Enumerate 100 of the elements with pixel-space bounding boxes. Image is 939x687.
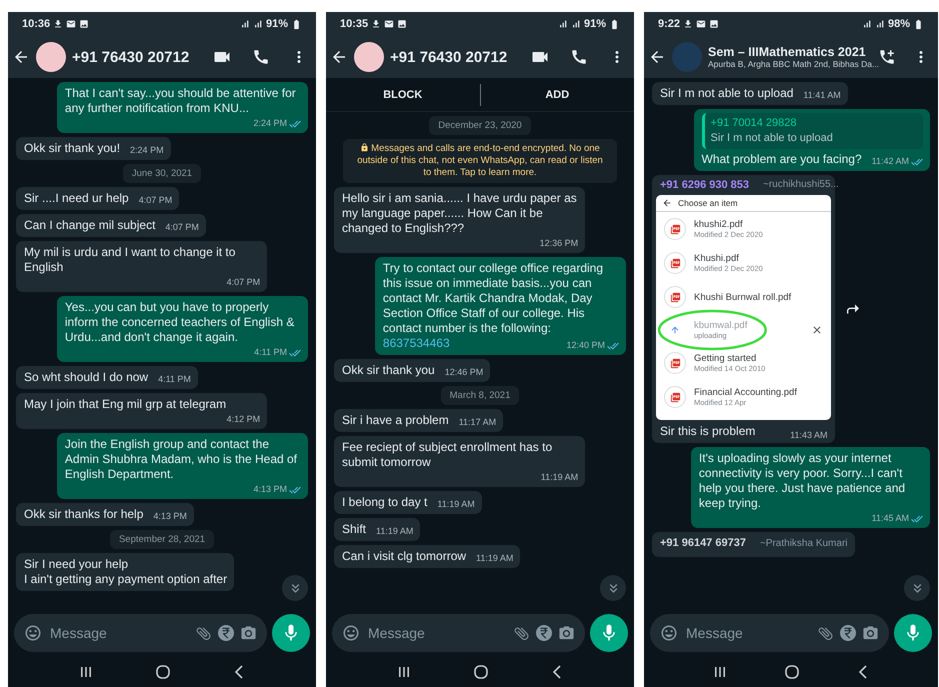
message-time: 4:11 PM — [158, 373, 191, 386]
message-text: Sir this is problem — [660, 424, 756, 438]
emoji-icon[interactable] — [24, 624, 42, 642]
scroll-down-button[interactable] — [600, 575, 626, 601]
chat-title: Sem – IIIMathematics 2021 — [708, 45, 866, 59]
picker-title: Choose an item — [678, 198, 738, 208]
file-name: kbumwal.pdf — [694, 320, 748, 331]
back-icon[interactable] — [858, 665, 868, 679]
message-text: Try to contact our college office regarding this issue on immediate basis...you can contact Mr. Kartik Chandra Modak, Day Section Office Staff of our college. His contact number is the following: — [382, 261, 604, 336]
rupee-icon — [840, 625, 856, 641]
pdf-icon — [664, 252, 686, 274]
recent-apps-icon[interactable] — [398, 666, 410, 678]
home-icon[interactable] — [156, 665, 170, 679]
microphone-button[interactable] — [272, 614, 310, 652]
avatar-placeholder[interactable] — [354, 42, 384, 72]
sender-name: ~ruchikhushi55... — [763, 179, 839, 191]
message-input[interactable]: Message — [48, 624, 189, 642]
message-text: Fee reciept of subject enrollment has to submit tomorrow — [342, 440, 554, 470]
status-time: 10:35 — [340, 18, 368, 30]
microphone-button[interactable] — [894, 614, 932, 652]
home-icon[interactable] — [474, 665, 488, 679]
file-name: Khushi.pdf — [694, 253, 740, 264]
chat-members: Apurba B, Argha BBC Math 2nd, Bibhas Da... — [708, 59, 880, 69]
rupee-icon — [218, 625, 234, 641]
message-text: Okk sir thank you! — [24, 141, 120, 156]
message-input[interactable]: Message — [366, 624, 507, 642]
download-icon — [371, 19, 382, 29]
message-time: 11:19 AM — [476, 552, 514, 565]
message-text: Okk sir thank you — [342, 363, 435, 378]
message-time: 4:07 PM — [138, 194, 172, 207]
message-input[interactable]: Message — [684, 624, 811, 642]
message-text: Sir ....I need ur help — [24, 191, 129, 206]
message-text: Can i visit clg tomorrow — [342, 549, 466, 564]
scroll-down-button[interactable] — [282, 575, 308, 601]
back-icon[interactable] — [552, 665, 562, 679]
battery-percent: 98% — [888, 18, 910, 30]
mail-icon — [66, 19, 76, 29]
message-time: 4:13 PM — [153, 510, 187, 523]
message-text: Can I change mil subject — [24, 218, 156, 233]
message-time: 11:45 AM — [872, 512, 909, 525]
encryption-notice[interactable]: Messages and calls are end-to-end encrypted. No one outside of this chat, not even WhatsApp, can read or listen to them. Tap to learn more. — [342, 139, 618, 183]
message-text: Okk sir thanks for help — [24, 507, 144, 522]
message-time: 11:42 AM — [872, 155, 909, 168]
message-text: My mil is urdu and I want to change it to English — [24, 245, 236, 275]
message-field[interactable]: Message — [14, 614, 267, 652]
add-call-icon[interactable] — [878, 48, 896, 66]
phone-icon[interactable] — [252, 48, 270, 66]
pdf-icon — [664, 352, 686, 374]
message-text: Sir I need your help I ain't getting any payment option after — [24, 557, 228, 587]
signal-icon — [252, 19, 263, 29]
image-icon — [709, 19, 720, 29]
home-icon[interactable] — [784, 665, 799, 679]
message-time: 2:24 PM — [253, 117, 287, 130]
message-field[interactable]: Message — [332, 614, 585, 652]
lock-icon — [360, 143, 370, 152]
message-text: Yes...you can but you have to properly inform the concerned teachers of English & Urdu...and don't change it again. — [64, 300, 296, 345]
pdf-icon — [664, 386, 686, 408]
battery-icon — [609, 18, 620, 30]
message-text: Sir i have a problem — [342, 413, 449, 428]
message-time: 4:12 PM — [226, 413, 260, 426]
emoji-icon[interactable] — [342, 624, 360, 642]
message-time: 12:36 PM — [540, 237, 578, 250]
signal-icon — [862, 19, 872, 29]
image-icon — [79, 19, 90, 29]
phone-link[interactable]: 8637534463 — [382, 336, 450, 351]
message-time: 12:40 PM — [566, 339, 605, 352]
camera-icon — [240, 624, 257, 642]
date-chip: December 23, 2020 — [429, 116, 531, 135]
camera-icon — [558, 624, 575, 642]
message-text: It's uploading slowly as your internet connectivity is very poor. Sorry...I can't help you there. Just have patience and keep trying. — [698, 451, 906, 511]
recent-apps-icon[interactable] — [80, 666, 92, 678]
pdf-icon — [664, 286, 686, 308]
message-text: Shift — [342, 522, 366, 537]
close-icon — [811, 324, 824, 336]
recent-apps-icon[interactable] — [714, 666, 726, 678]
message-text: So wht should I do now — [24, 370, 148, 385]
signal-icon — [570, 19, 581, 29]
scroll-down-button[interactable] — [904, 575, 930, 601]
message-time: 11:43 AM — [790, 430, 828, 440]
block-button[interactable]: BLOCK — [326, 78, 480, 111]
chat-title: +91 76430 20712 — [72, 48, 190, 66]
avatar-placeholder[interactable] — [36, 42, 66, 72]
back-icon[interactable] — [234, 665, 244, 679]
message-text: That I can't say...you should be attentive for any further notification from KNU... — [64, 86, 297, 116]
message-text: Sir I m not able to upload — [660, 86, 794, 101]
message-time: 11:19 AM — [540, 471, 578, 484]
sender-number: +91 96147 69737 — [660, 536, 746, 551]
message-time: 2:24 PM — [130, 144, 164, 157]
sender-number: +91 6296 930 853 — [660, 179, 750, 191]
message-text: Hello sir i am sania...... I have urdu paper as my language paper...... How Can it be changed to English??? — [342, 191, 578, 236]
battery-percent: 91% — [266, 18, 288, 30]
microphone-button[interactable] — [590, 614, 628, 652]
date-chip: March 8, 2021 — [440, 386, 520, 405]
camera-icon — [862, 624, 879, 642]
emoji-icon[interactable] — [660, 624, 678, 642]
battery-icon — [291, 18, 302, 30]
message-field[interactable]: Message — [650, 614, 889, 652]
phone-icon[interactable] — [570, 48, 588, 66]
add-button[interactable]: ADD — [480, 78, 634, 111]
message-time: 11:41 AM — [803, 89, 841, 102]
